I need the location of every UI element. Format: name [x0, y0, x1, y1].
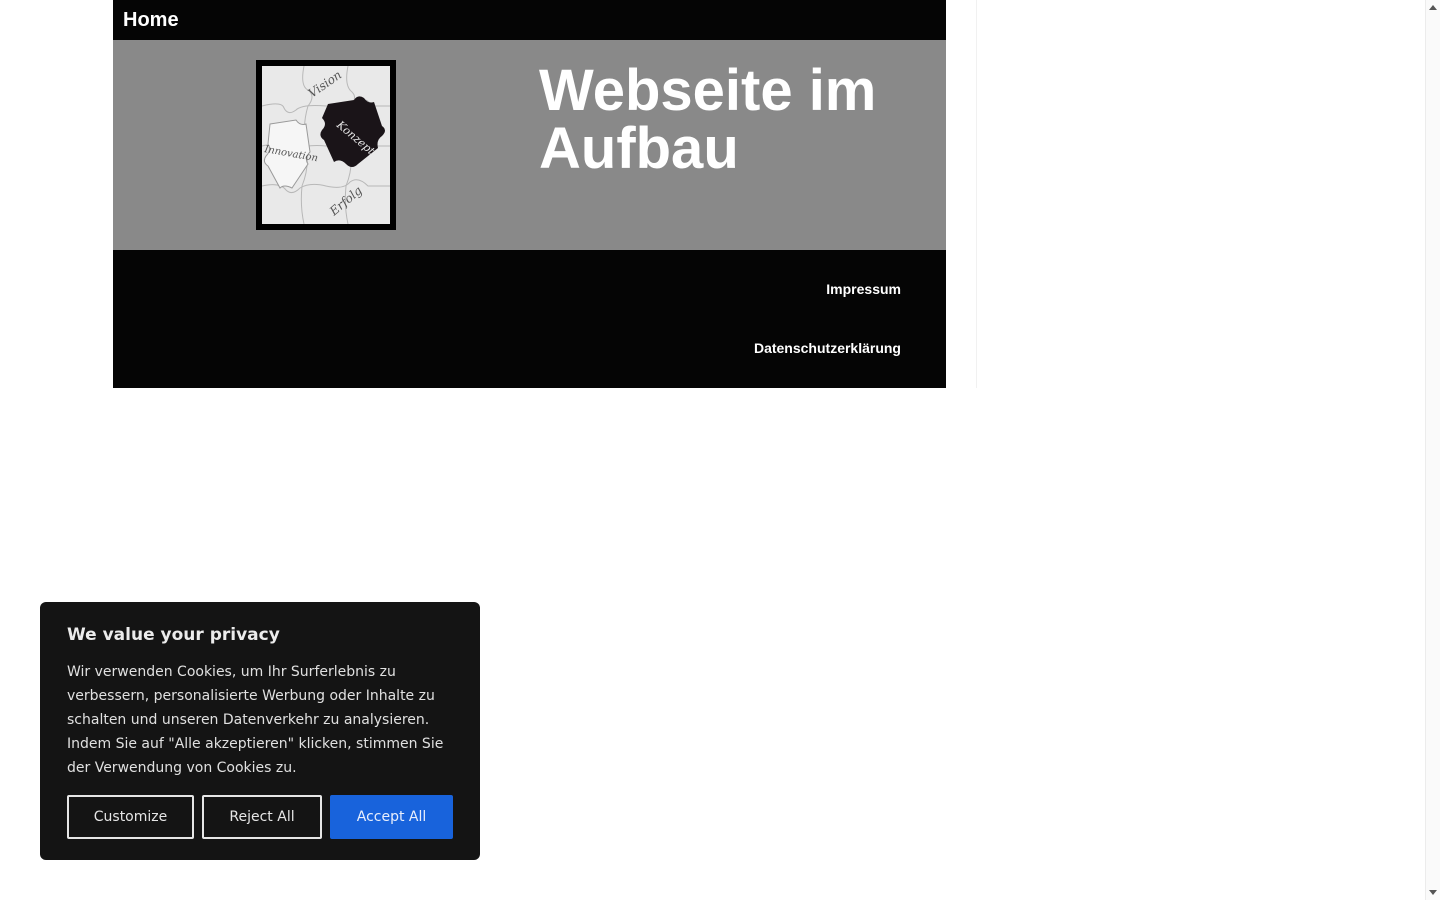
reject-all-button[interactable]: Reject All — [202, 795, 322, 839]
privacy-policy-link[interactable]: Datenschutzerklärung — [754, 339, 901, 357]
hero-title: Webseite im Aufbau — [539, 58, 877, 181]
cookie-banner-title: We value your privacy — [67, 625, 280, 645]
top-nav-bar: Home — [113, 0, 946, 40]
footer-section: Impressum Datenschutzerklärung — [113, 250, 946, 388]
cookie-consent-banner: We value your privacy Wir verwenden Cook… — [40, 602, 480, 860]
hero-section: Vision Konzept Innovation Erfolg Webseit… — [113, 40, 946, 250]
cookie-banner-text: Wir verwenden Cookies, um Ihr Surferlebn… — [67, 664, 444, 776]
impressum-link[interactable]: Impressum — [754, 280, 901, 298]
page: Home Vision Konzept Innovation Erfolg We… — [0, 0, 1440, 900]
puzzle-logo-image: Vision Konzept Innovation Erfolg — [256, 60, 396, 230]
footer-nav: Impressum Datenschutzerklärung — [754, 280, 901, 357]
sidebar-divider — [976, 0, 977, 388]
scroll-down-arrow-icon[interactable] — [1429, 890, 1437, 895]
cookie-banner-buttons: Customize Reject All Accept All — [67, 795, 453, 839]
page-scrollbar[interactable] — [1425, 0, 1440, 900]
scroll-up-arrow-icon[interactable] — [1429, 5, 1437, 10]
home-link[interactable]: Home — [123, 9, 179, 32]
puzzle-icon: Vision Konzept Innovation Erfolg — [262, 66, 390, 224]
site-container: Home Vision Konzept Innovation Erfolg We… — [113, 0, 946, 388]
accept-all-button[interactable]: Accept All — [330, 795, 453, 839]
customize-button[interactable]: Customize — [67, 795, 194, 839]
